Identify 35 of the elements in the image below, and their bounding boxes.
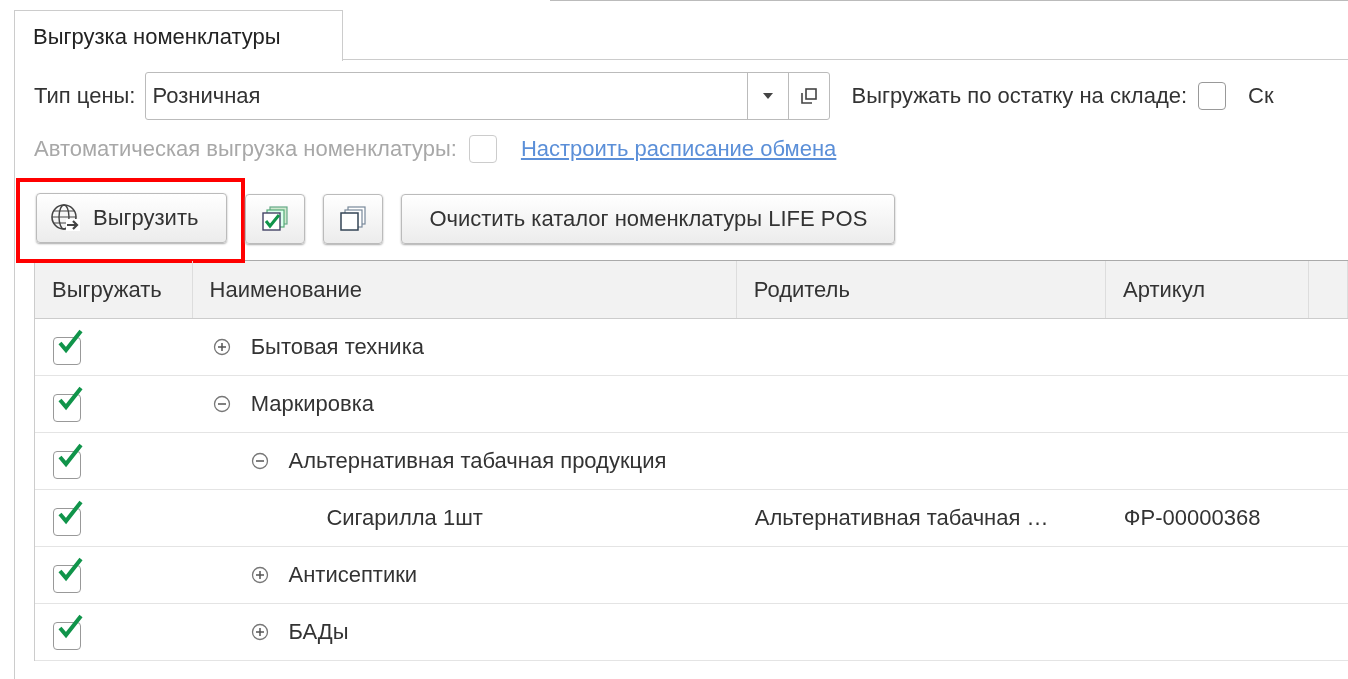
parent-name: Альтернативная табачная … <box>754 505 1049 531</box>
form-tab[interactable]: Выгрузка номенклатуры <box>14 10 343 61</box>
export-checkbox[interactable] <box>53 557 85 593</box>
expand-icon[interactable] <box>212 338 231 356</box>
item-name: Бытовая техника <box>250 334 424 360</box>
export-checkbox[interactable] <box>53 443 85 479</box>
export-checkbox[interactable] <box>53 614 85 650</box>
export-button[interactable]: Выгрузить <box>36 192 228 243</box>
column-header[interactable]: Выгружать <box>35 261 193 318</box>
collapse-icon[interactable] <box>212 395 231 413</box>
clear-catalog-button[interactable]: Очистить каталог номенклатуры LIFE POS <box>401 194 896 244</box>
globe-arrow-icon <box>49 201 81 234</box>
expand-icon[interactable] <box>250 623 269 641</box>
item-name: Антисептики <box>288 562 418 588</box>
column-header[interactable]: Родитель <box>736 261 1107 318</box>
item-name: Сигарилла 1шт <box>326 505 483 531</box>
item-name: БАДы <box>288 619 349 645</box>
check-all-button[interactable] <box>245 194 306 244</box>
export-checkbox[interactable] <box>53 500 85 536</box>
column-header[interactable]: Наименование <box>192 261 737 318</box>
stock-checkbox[interactable] <box>1198 82 1227 110</box>
collapse-icon[interactable] <box>250 452 269 470</box>
price-type-label: Тип цены: <box>34 83 136 109</box>
stock-option-label: Выгружать по остатку на складе: <box>851 83 1188 109</box>
column-header[interactable]: Артикул <box>1106 261 1309 318</box>
item-name: Альтернативная табачная продукция <box>288 448 667 474</box>
auto-export-label: Автоматическая выгрузка номенклатуры: <box>34 136 457 162</box>
copy-button[interactable] <box>323 194 384 244</box>
item-name: Маркировка <box>250 391 375 417</box>
export-checkbox[interactable] <box>53 329 85 365</box>
article-code: ФР-00000368 <box>1123 505 1261 531</box>
export-checkbox[interactable] <box>53 386 85 422</box>
cut-off-label: Ск <box>1248 83 1274 109</box>
expand-icon[interactable] <box>250 566 269 584</box>
price-type-field[interactable]: Розничная <box>145 72 831 120</box>
